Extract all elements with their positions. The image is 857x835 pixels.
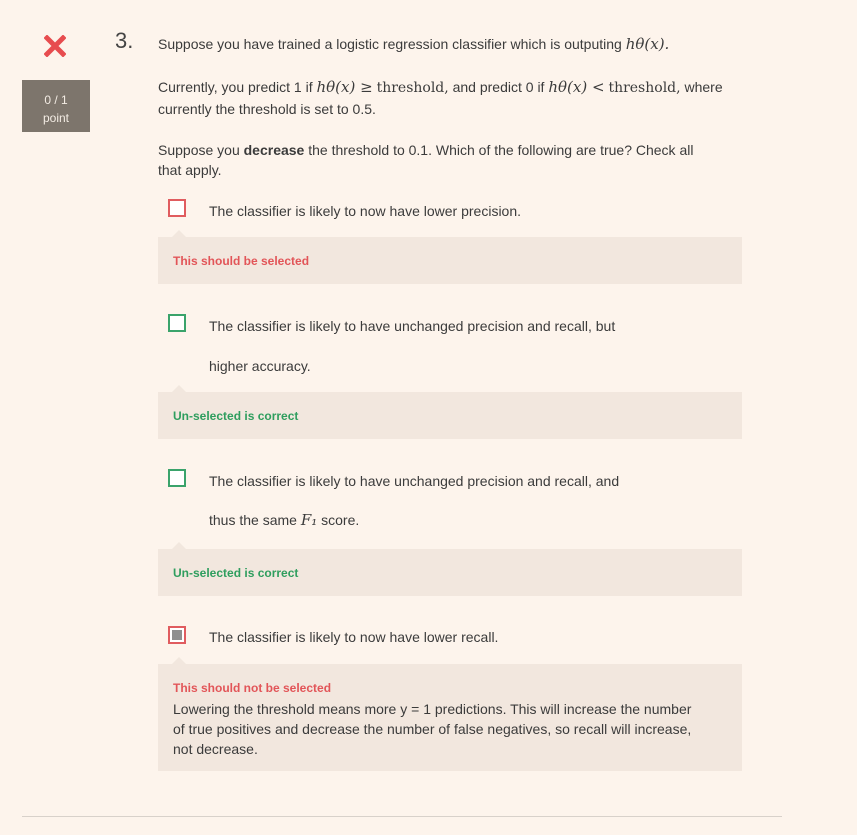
option-2-label-line2[interactable]: higher accuracy. [209, 356, 311, 376]
option-4-feedback-title: This should not be selected [173, 681, 332, 695]
option-3-math: F₁ [300, 511, 318, 529]
option-4-feedback: This should not be selected Lowering the… [158, 657, 742, 771]
close-icon [44, 35, 66, 57]
option-3-feedback: Un-selected is correct [158, 542, 742, 596]
current-text-1: Currently, you predict 1 if [158, 79, 313, 95]
current-text-2: and predict 0 if [452, 79, 545, 95]
option-3-label-line2[interactable]: thus the same F₁ score. [209, 510, 359, 530]
option-4-feedback-body: Lowering the threshold means more y = 1 … [173, 701, 692, 757]
question-current: Currently, you predict 1 if hθ(x) ≥ thre… [158, 77, 743, 98]
current-word-2: threshold, [608, 80, 681, 96]
question-number: 3. [115, 28, 134, 53]
score-unit: point [42, 111, 70, 125]
intro-math: hθ(x). [625, 35, 670, 53]
option-4-label[interactable]: The classifier is likely to now have low… [209, 627, 498, 647]
option-3-text-post: score. [321, 512, 360, 528]
current-math-2: hθ(x) < [548, 78, 605, 96]
task-text-1: Suppose you [158, 142, 240, 158]
divider [22, 816, 782, 817]
option-1-feedback-title: This should be selected [173, 254, 310, 268]
task-text-2: the threshold to 0.1. Which of the follo… [308, 142, 694, 158]
option-1-checkbox[interactable] [168, 199, 186, 217]
question-intro: Suppose you have trained a logistic regr… [158, 34, 743, 54]
score-value: 0 / 1 [44, 93, 68, 107]
task-bold: decrease [243, 142, 305, 158]
option-2-feedback-title: Un-selected is correct [173, 409, 299, 423]
score-badge: 0 / 1 point [22, 80, 90, 132]
option-2-feedback: Un-selected is correct [158, 385, 742, 439]
current-math-1: hθ(x) ≥ [316, 78, 373, 96]
current-text-3: where [684, 79, 723, 95]
option-3-label-line1[interactable]: The classifier is likely to have unchang… [209, 471, 619, 491]
intro-text: Suppose you have trained a logistic regr… [158, 36, 622, 52]
option-3-feedback-title: Un-selected is correct [173, 566, 299, 580]
option-1-feedback: This should be selected [158, 230, 742, 284]
current-word-1: threshold, [376, 80, 449, 96]
option-2-label-line1[interactable]: The classifier is likely to have unchang… [209, 316, 615, 336]
option-2-checkbox[interactable] [168, 314, 186, 332]
checkbox-checked-fill [172, 630, 182, 640]
option-4-checkbox[interactable] [168, 626, 186, 644]
question-current-line2: currently the threshold is set to 0.5. [158, 101, 376, 117]
option-3-text-pre: thus the same [209, 512, 297, 528]
option-1-label[interactable]: The classifier is likely to now have low… [209, 201, 521, 221]
question-task: Suppose you decrease the threshold to 0.… [158, 140, 743, 160]
option-3-checkbox[interactable] [168, 469, 186, 487]
question-task-line2: that apply. [158, 162, 222, 178]
